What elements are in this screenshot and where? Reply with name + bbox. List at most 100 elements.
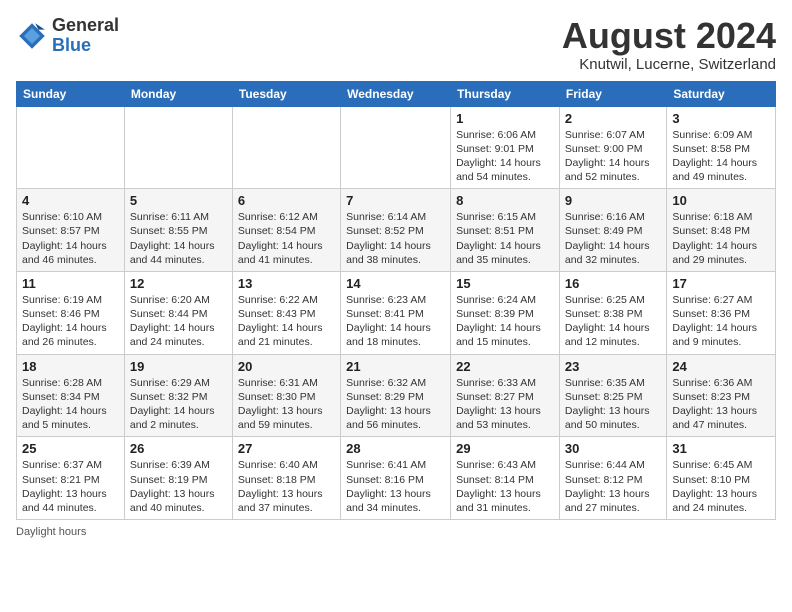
weekday-row: SundayMondayTuesdayWednesdayThursdayFrid… xyxy=(17,81,776,106)
day-info: Sunrise: 6:10 AM Sunset: 8:57 PM Dayligh… xyxy=(22,210,119,267)
weekday-header-tuesday: Tuesday xyxy=(232,81,340,106)
day-number: 7 xyxy=(346,193,445,208)
calendar-cell: 21 Sunrise: 6:32 AM Sunset: 8:29 PM Dayli… xyxy=(341,354,451,437)
weekday-header-friday: Friday xyxy=(559,81,666,106)
day-number: 22 xyxy=(456,359,554,374)
day-info: Sunrise: 6:44 AM Sunset: 8:12 PM Dayligh… xyxy=(565,458,661,515)
day-info: Sunrise: 6:20 AM Sunset: 8:44 PM Dayligh… xyxy=(130,293,227,350)
day-number: 3 xyxy=(672,111,770,126)
day-number: 25 xyxy=(22,441,119,456)
day-info: Sunrise: 6:33 AM Sunset: 8:27 PM Dayligh… xyxy=(456,376,554,433)
calendar-cell xyxy=(17,106,125,189)
calendar-cell: 27 Sunrise: 6:40 AM Sunset: 8:18 PM Dayli… xyxy=(232,437,340,520)
calendar-cell: 12 Sunrise: 6:20 AM Sunset: 8:44 PM Dayli… xyxy=(124,271,232,354)
page-header: General Blue August 2024 Knutwil, Lucern… xyxy=(16,16,776,73)
day-info: Sunrise: 6:14 AM Sunset: 8:52 PM Dayligh… xyxy=(346,210,445,267)
calendar-cell: 31Sunrise: 6:45 AM Sunset: 8:10 PM Dayli… xyxy=(667,437,776,520)
day-number: 29 xyxy=(456,441,554,456)
calendar-cell: 30 Sunrise: 6:44 AM Sunset: 8:12 PM Dayli… xyxy=(559,437,666,520)
day-number: 9 xyxy=(565,193,661,208)
day-number: 31 xyxy=(672,441,770,456)
calendar-cell: 10 Sunrise: 6:18 AM Sunset: 8:48 PM Dayli… xyxy=(667,189,776,272)
day-info: Sunrise: 6:09 AM Sunset: 8:58 PM Dayligh… xyxy=(672,128,770,185)
day-number: 8 xyxy=(456,193,554,208)
calendar-cell: 3 Sunrise: 6:09 AM Sunset: 8:58 PM Daylig… xyxy=(667,106,776,189)
calendar-title: August 2024 xyxy=(562,16,776,56)
calendar-cell: 19 Sunrise: 6:29 AM Sunset: 8:32 PM Dayli… xyxy=(124,354,232,437)
calendar-cell: 17 Sunrise: 6:27 AM Sunset: 8:36 PM Dayli… xyxy=(667,271,776,354)
day-number: 13 xyxy=(238,276,335,291)
calendar-cell: 28 Sunrise: 6:41 AM Sunset: 8:16 PM Dayli… xyxy=(341,437,451,520)
calendar-cell: 6Sunrise: 6:12 AM Sunset: 8:54 PM Daylig… xyxy=(232,189,340,272)
day-info: Sunrise: 6:40 AM Sunset: 8:18 PM Dayligh… xyxy=(238,458,335,515)
calendar-header: SundayMondayTuesdayWednesdayThursdayFrid… xyxy=(17,81,776,106)
day-info: Sunrise: 6:37 AM Sunset: 8:21 PM Dayligh… xyxy=(22,458,119,515)
day-number: 17 xyxy=(672,276,770,291)
weekday-header-wednesday: Wednesday xyxy=(341,81,451,106)
calendar-cell: 22 Sunrise: 6:33 AM Sunset: 8:27 PM Dayli… xyxy=(451,354,560,437)
day-info: Sunrise: 6:25 AM Sunset: 8:38 PM Dayligh… xyxy=(565,293,661,350)
day-number: 11 xyxy=(22,276,119,291)
day-info: Sunrise: 6:07 AM Sunset: 9:00 PM Dayligh… xyxy=(565,128,661,185)
day-info: Sunrise: 6:27 AM Sunset: 8:36 PM Dayligh… xyxy=(672,293,770,350)
day-info: Sunrise: 6:22 AM Sunset: 8:43 PM Dayligh… xyxy=(238,293,335,350)
day-number: 1 xyxy=(456,111,554,126)
weekday-header-thursday: Thursday xyxy=(451,81,560,106)
day-number: 14 xyxy=(346,276,445,291)
day-info: Sunrise: 6:35 AM Sunset: 8:25 PM Dayligh… xyxy=(565,376,661,433)
calendar-cell: 14Sunrise: 6:23 AM Sunset: 8:41 PM Dayli… xyxy=(341,271,451,354)
day-number: 10 xyxy=(672,193,770,208)
calendar-cell: 1 Sunrise: 6:06 AM Sunset: 9:01 PM Daylig… xyxy=(451,106,560,189)
calendar-table: SundayMondayTuesdayWednesdayThursdayFrid… xyxy=(16,81,776,520)
calendar-cell: 23 Sunrise: 6:35 AM Sunset: 8:25 PM Dayli… xyxy=(559,354,666,437)
footer-text: Daylight hours xyxy=(16,526,86,538)
calendar-cell: 9Sunrise: 6:16 AM Sunset: 8:49 PM Daylig… xyxy=(559,189,666,272)
logo-general: General xyxy=(52,15,119,35)
day-number: 28 xyxy=(346,441,445,456)
week-row-5: 25 Sunrise: 6:37 AM Sunset: 8:21 PM Dayli… xyxy=(17,437,776,520)
day-number: 6 xyxy=(238,193,335,208)
weekday-header-sunday: Sunday xyxy=(17,81,125,106)
day-number: 23 xyxy=(565,359,661,374)
day-info: Sunrise: 6:24 AM Sunset: 8:39 PM Dayligh… xyxy=(456,293,554,350)
day-info: Sunrise: 6:41 AM Sunset: 8:16 PM Dayligh… xyxy=(346,458,445,515)
day-info: Sunrise: 6:29 AM Sunset: 8:32 PM Dayligh… xyxy=(130,376,227,433)
day-info: Sunrise: 6:11 AM Sunset: 8:55 PM Dayligh… xyxy=(130,210,227,267)
day-info: Sunrise: 6:06 AM Sunset: 9:01 PM Dayligh… xyxy=(456,128,554,185)
calendar-cell: 2Sunrise: 6:07 AM Sunset: 9:00 PM Daylig… xyxy=(559,106,666,189)
day-number: 24 xyxy=(672,359,770,374)
day-info: Sunrise: 6:19 AM Sunset: 8:46 PM Dayligh… xyxy=(22,293,119,350)
day-number: 30 xyxy=(565,441,661,456)
day-info: Sunrise: 6:31 AM Sunset: 8:30 PM Dayligh… xyxy=(238,376,335,433)
logo-blue: Blue xyxy=(52,35,91,55)
day-info: Sunrise: 6:18 AM Sunset: 8:48 PM Dayligh… xyxy=(672,210,770,267)
day-info: Sunrise: 6:32 AM Sunset: 8:29 PM Dayligh… xyxy=(346,376,445,433)
calendar-cell: 5 Sunrise: 6:11 AM Sunset: 8:55 PM Daylig… xyxy=(124,189,232,272)
footer: Daylight hours xyxy=(16,526,776,538)
day-number: 21 xyxy=(346,359,445,374)
calendar-cell xyxy=(232,106,340,189)
calendar-cell: 8 Sunrise: 6:15 AM Sunset: 8:51 PM Daylig… xyxy=(451,189,560,272)
day-number: 27 xyxy=(238,441,335,456)
calendar-cell: 20Sunrise: 6:31 AM Sunset: 8:30 PM Dayli… xyxy=(232,354,340,437)
calendar-cell: 26Sunrise: 6:39 AM Sunset: 8:19 PM Dayli… xyxy=(124,437,232,520)
day-number: 15 xyxy=(456,276,554,291)
weekday-header-saturday: Saturday xyxy=(667,81,776,106)
day-info: Sunrise: 6:15 AM Sunset: 8:51 PM Dayligh… xyxy=(456,210,554,267)
logo-icon xyxy=(16,20,48,52)
day-info: Sunrise: 6:43 AM Sunset: 8:14 PM Dayligh… xyxy=(456,458,554,515)
logo: General Blue xyxy=(16,16,119,56)
day-info: Sunrise: 6:28 AM Sunset: 8:34 PM Dayligh… xyxy=(22,376,119,433)
calendar-cell: 13 Sunrise: 6:22 AM Sunset: 8:43 PM Dayli… xyxy=(232,271,340,354)
day-number: 12 xyxy=(130,276,227,291)
calendar-cell xyxy=(341,106,451,189)
week-row-1: 1 Sunrise: 6:06 AM Sunset: 9:01 PM Daylig… xyxy=(17,106,776,189)
calendar-cell xyxy=(124,106,232,189)
week-row-2: 4Sunrise: 6:10 AM Sunset: 8:57 PM Daylig… xyxy=(17,189,776,272)
day-number: 16 xyxy=(565,276,661,291)
day-number: 19 xyxy=(130,359,227,374)
day-number: 26 xyxy=(130,441,227,456)
calendar-cell: 29 Sunrise: 6:43 AM Sunset: 8:14 PM Dayli… xyxy=(451,437,560,520)
day-number: 5 xyxy=(130,193,227,208)
calendar-cell: 18Sunrise: 6:28 AM Sunset: 8:34 PM Dayli… xyxy=(17,354,125,437)
